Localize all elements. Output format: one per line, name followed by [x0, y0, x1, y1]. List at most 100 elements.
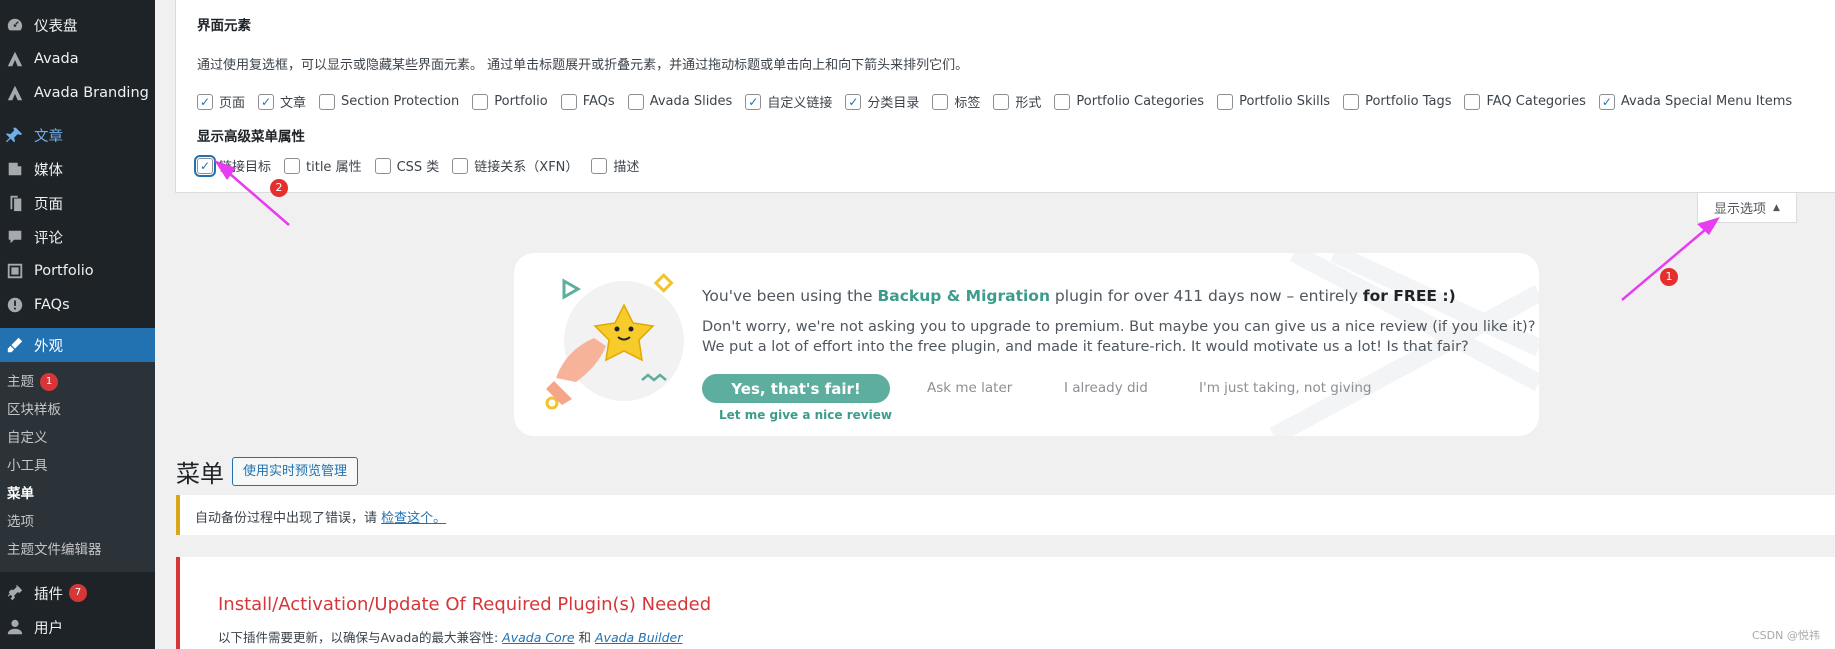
sidebar-item-portfolio[interactable]: Portfolio [0, 254, 155, 288]
ui-element-checkbox[interactable]: 自定义链接 [745, 92, 832, 111]
checkbox-label: Section Protection [341, 94, 460, 109]
notice-text: 自动备份过程中出现了错误，请 [195, 511, 382, 526]
ui-element-checkbox[interactable]: FAQ Categories [1464, 93, 1586, 110]
ui-element-checkbox[interactable]: 文章 [258, 92, 306, 111]
ui-element-checkbox[interactable]: 标签 [932, 92, 980, 111]
checkbox-label: 标签 [954, 96, 981, 111]
sidebar-item-pages[interactable]: 页面 [0, 186, 155, 220]
dashboard-icon [6, 16, 24, 34]
live-preview-button[interactable]: 使用实时预览管理 [232, 457, 359, 486]
ui-element-checkbox[interactable]: Portfolio Skills [1217, 93, 1330, 110]
notice-text-prefix: 以下插件需要更新，以确保与Avada的最大兼容性: [218, 630, 503, 645]
ui-element-checkbox[interactable]: 页面 [197, 92, 245, 111]
ui-element-checkbox[interactable]: Portfolio Tags [1343, 93, 1452, 110]
nice-review-link[interactable]: Let me give a nice review [719, 408, 892, 422]
checkbox-box[interactable] [560, 93, 577, 110]
checkbox-box[interactable] [319, 93, 336, 110]
yes-fair-button[interactable]: Yes, that's fair! [702, 374, 890, 403]
sidebar-item-avada[interactable]: Avada [0, 42, 155, 76]
submenu-item-themes[interactable]: 主题 1 [0, 368, 155, 396]
submenu-item-options[interactable]: 选项 [0, 508, 155, 536]
pin-icon [6, 126, 24, 144]
sidebar-item-comments[interactable]: 评论 [0, 220, 155, 254]
checkbox-box[interactable] [1464, 93, 1481, 110]
advanced-property-checkbox[interactable]: 链接关系（XFN） [452, 156, 578, 175]
checkbox-box[interactable] [745, 93, 762, 110]
submenu-item-theme-editor[interactable]: 主题文件编辑器 [0, 536, 155, 564]
section-title-advanced: 显示高级菜单属性 [197, 129, 305, 145]
checkbox-box[interactable] [1054, 93, 1071, 110]
checkbox-box[interactable] [472, 93, 489, 110]
checkbox-box[interactable] [194, 154, 216, 177]
submenu-item-menus[interactable]: 菜单 [0, 480, 155, 508]
checkbox-label: 分类目录 [867, 96, 920, 111]
ui-element-checkbox[interactable]: FAQs [560, 93, 615, 110]
ui-element-checkbox[interactable]: Portfolio Categories [1054, 93, 1205, 110]
checkbox-box[interactable] [197, 93, 213, 110]
avada-branding-icon [6, 84, 24, 102]
sidebar-item-appearance[interactable]: 外观 [0, 328, 155, 362]
checkbox-box[interactable] [284, 157, 301, 174]
sidebar-item-label: 用户 [34, 620, 63, 637]
submenu-item-customize[interactable]: 自定义 [0, 424, 155, 452]
sidebar-item-users[interactable]: 用户 [0, 610, 155, 644]
sidebar-item-label: 外观 [34, 338, 63, 355]
checkbox-box[interactable] [932, 93, 949, 110]
sidebar-item-label: Portfolio [34, 263, 94, 279]
advanced-property-checkbox[interactable]: 描述 [591, 156, 639, 175]
advanced-property-checkbox[interactable]: CSS 类 [374, 156, 439, 175]
checkbox-label: 链接目标 [219, 160, 272, 175]
submenu-item-widgets[interactable]: 小工具 [0, 452, 155, 480]
checkbox-label: Portfolio Categories [1076, 94, 1205, 109]
checkbox-box[interactable] [1598, 93, 1615, 110]
promo-text: You've been using the [702, 287, 878, 305]
sidebar-item-label: 媒体 [34, 162, 63, 179]
ask-later-link[interactable]: Ask me later [927, 380, 1012, 396]
annotation-marker-1: 1 [1660, 268, 1678, 286]
checkbox-box[interactable] [258, 93, 275, 110]
checkbox-box[interactable] [993, 93, 1010, 110]
sidebar-item-label: Avada Branding [34, 85, 149, 101]
avada-builder-link[interactable]: Avada Builder [595, 630, 682, 645]
ui-element-checkbox[interactable]: Avada Special Menu Items [1598, 93, 1792, 110]
sidebar-item-dashboard[interactable]: 仪表盘 [0, 8, 155, 42]
checkbox-label: FAQ Categories [1486, 94, 1586, 109]
backup-warning-notice: 自动备份过程中出现了错误，请 检查这个。 [176, 495, 1835, 535]
ui-element-checkbox[interactable]: 形式 [993, 92, 1041, 111]
submenu-item-patterns[interactable]: 区块样板 [0, 396, 155, 424]
advanced-property-checkbox[interactable]: title 属性 [284, 156, 362, 175]
plugin-update-badge: 7 [69, 584, 87, 602]
check-this-link[interactable]: 检查这个。 [381, 511, 446, 526]
checkbox-label: Portfolio [494, 94, 548, 109]
advanced-property-checkbox[interactable]: 链接目标 [194, 154, 272, 177]
checkbox-label: 自定义链接 [767, 96, 833, 111]
not-giving-link[interactable]: I'm just taking, not giving [1199, 380, 1372, 396]
checkbox-box[interactable] [845, 93, 862, 110]
already-did-link[interactable]: I already did [1064, 380, 1148, 396]
checkbox-box[interactable] [452, 157, 469, 174]
checkbox-box[interactable] [1217, 93, 1234, 110]
screen-options-toggle[interactable]: 显示选项 ▲ [1697, 193, 1797, 223]
ui-element-checkbox[interactable]: Avada Slides [627, 93, 732, 110]
checkbox-label: Portfolio Tags [1365, 94, 1452, 109]
media-icon [6, 160, 24, 178]
ui-element-checkbox[interactable]: Portfolio [472, 93, 548, 110]
checkbox-box[interactable] [1343, 93, 1360, 110]
checkbox-box[interactable] [627, 93, 644, 110]
checkbox-box[interactable] [591, 157, 608, 174]
checkbox-box[interactable] [374, 157, 391, 174]
portfolio-icon [6, 262, 24, 280]
sidebar-item-avada-branding[interactable]: Avada Branding [0, 76, 155, 110]
sidebar-item-media[interactable]: 媒体 [0, 152, 155, 186]
update-count-badge: 1 [40, 373, 58, 391]
avada-core-link[interactable]: Avada Core [502, 630, 574, 645]
sidebar-item-posts[interactable]: 文章 [0, 118, 155, 152]
checkbox-label: 文章 [280, 96, 307, 111]
annotation-marker-2: 2 [270, 179, 288, 197]
sidebar-item-faqs[interactable]: FAQs [0, 288, 155, 322]
ui-element-checkbox[interactable]: 分类目录 [845, 92, 919, 111]
promo-body: Don't worry, we're not asking you to upg… [702, 317, 1535, 357]
sidebar-item-label: FAQs [34, 297, 70, 313]
sidebar-item-plugins[interactable]: 插件 7 [0, 576, 155, 610]
ui-element-checkbox[interactable]: Section Protection [319, 93, 460, 110]
